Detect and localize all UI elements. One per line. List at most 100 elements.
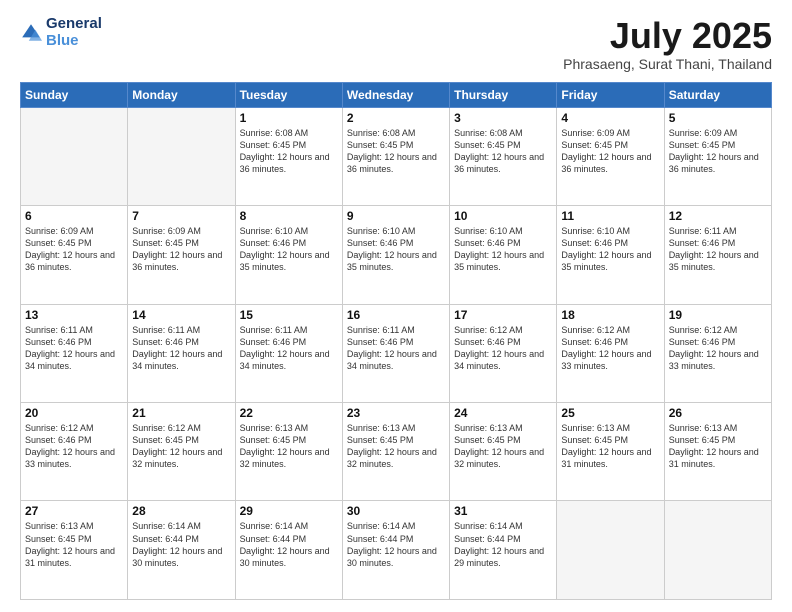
col-tuesday: Tuesday <box>235 82 342 107</box>
day-number: 16 <box>347 308 445 322</box>
calendar-cell: 5Sunrise: 6:09 AM Sunset: 6:45 PM Daylig… <box>664 107 771 205</box>
day-number: 14 <box>132 308 230 322</box>
day-info: Sunrise: 6:10 AM Sunset: 6:46 PM Dayligh… <box>240 225 338 274</box>
day-info: Sunrise: 6:14 AM Sunset: 6:44 PM Dayligh… <box>240 520 338 569</box>
day-info: Sunrise: 6:14 AM Sunset: 6:44 PM Dayligh… <box>132 520 230 569</box>
day-info: Sunrise: 6:13 AM Sunset: 6:45 PM Dayligh… <box>669 422 767 471</box>
day-number: 10 <box>454 209 552 223</box>
calendar-cell: 13 Sunrise: 6:11 AM Sunset: 6:46 PM Dayli… <box>21 304 128 402</box>
calendar-week-4: 27 Sunrise: 6:13 AM Sunset: 6:45 PM Dayli… <box>21 501 772 600</box>
day-info: Sunrise: 6:08 AM Sunset: 6:45 PM Dayligh… <box>347 127 445 176</box>
day-number: 13 <box>25 308 123 322</box>
day-info: Sunrise: 6:13 AM Sunset: 6:45 PM Dayligh… <box>347 422 445 471</box>
col-thursday: Thursday <box>450 82 557 107</box>
day-info: Sunrise: 6:13 AM Sunset: 6:45 PM Dayligh… <box>240 422 338 471</box>
day-number: 18 <box>561 308 659 322</box>
title-block: July 2025 Phrasaeng, Surat Thani, Thaila… <box>563 16 772 72</box>
calendar-cell: 23Sunrise: 6:13 AM Sunset: 6:45 PM Dayli… <box>342 403 449 501</box>
col-friday: Friday <box>557 82 664 107</box>
logo: General Blue <box>20 16 102 49</box>
day-info: Sunrise: 6:09 AM Sunset: 6:45 PM Dayligh… <box>132 225 230 274</box>
calendar-cell <box>664 501 771 600</box>
calendar-cell: 20Sunrise: 6:12 AM Sunset: 6:46 PM Dayli… <box>21 403 128 501</box>
day-info: Sunrise: 6:08 AM Sunset: 6:45 PM Dayligh… <box>454 127 552 176</box>
day-number: 6 <box>25 209 123 223</box>
calendar-cell <box>557 501 664 600</box>
day-info: Sunrise: 6:10 AM Sunset: 6:46 PM Dayligh… <box>454 225 552 274</box>
col-monday: Monday <box>128 82 235 107</box>
calendar-week-0: 1 Sunrise: 6:08 AM Sunset: 6:45 PM Daylig… <box>21 107 772 205</box>
header: General Blue July 2025 Phrasaeng, Surat … <box>20 16 772 72</box>
day-number: 7 <box>132 209 230 223</box>
day-number: 27 <box>25 504 123 518</box>
day-info: Sunrise: 6:12 AM Sunset: 6:46 PM Dayligh… <box>669 324 767 373</box>
calendar-week-2: 13 Sunrise: 6:11 AM Sunset: 6:46 PM Dayli… <box>21 304 772 402</box>
calendar-cell: 25Sunrise: 6:13 AM Sunset: 6:45 PM Dayli… <box>557 403 664 501</box>
day-number: 31 <box>454 504 552 518</box>
day-number: 8 <box>240 209 338 223</box>
calendar-cell <box>128 107 235 205</box>
day-number: 17 <box>454 308 552 322</box>
calendar-cell: 22Sunrise: 6:13 AM Sunset: 6:45 PM Dayli… <box>235 403 342 501</box>
day-info: Sunrise: 6:13 AM Sunset: 6:45 PM Dayligh… <box>25 520 123 569</box>
day-info: Sunrise: 6:11 AM Sunset: 6:46 PM Dayligh… <box>132 324 230 373</box>
calendar-cell: 3 Sunrise: 6:08 AM Sunset: 6:45 PM Daylig… <box>450 107 557 205</box>
page: General Blue July 2025 Phrasaeng, Surat … <box>0 0 792 612</box>
calendar-cell: 16 Sunrise: 6:11 AM Sunset: 6:46 PM Dayli… <box>342 304 449 402</box>
calendar-cell: 30 Sunrise: 6:14 AM Sunset: 6:44 PM Dayli… <box>342 501 449 600</box>
calendar-week-3: 20Sunrise: 6:12 AM Sunset: 6:46 PM Dayli… <box>21 403 772 501</box>
calendar-cell: 15 Sunrise: 6:11 AM Sunset: 6:46 PM Dayli… <box>235 304 342 402</box>
day-info: Sunrise: 6:11 AM Sunset: 6:46 PM Dayligh… <box>25 324 123 373</box>
calendar-cell: 17 Sunrise: 6:12 AM Sunset: 6:46 PM Dayli… <box>450 304 557 402</box>
calendar-cell: 8 Sunrise: 6:10 AM Sunset: 6:46 PM Daylig… <box>235 206 342 304</box>
day-info: Sunrise: 6:12 AM Sunset: 6:45 PM Dayligh… <box>132 422 230 471</box>
day-info: Sunrise: 6:10 AM Sunset: 6:46 PM Dayligh… <box>561 225 659 274</box>
calendar-cell: 26 Sunrise: 6:13 AM Sunset: 6:45 PM Dayli… <box>664 403 771 501</box>
calendar-header-row: Sunday Monday Tuesday Wednesday Thursday… <box>21 82 772 107</box>
day-info: Sunrise: 6:10 AM Sunset: 6:46 PM Dayligh… <box>347 225 445 274</box>
day-number: 12 <box>669 209 767 223</box>
calendar-cell: 14 Sunrise: 6:11 AM Sunset: 6:46 PM Dayli… <box>128 304 235 402</box>
logo-icon <box>20 22 42 44</box>
day-info: Sunrise: 6:12 AM Sunset: 6:46 PM Dayligh… <box>561 324 659 373</box>
calendar-cell: 1Sunrise: 6:08 AM Sunset: 6:45 PM Daylig… <box>235 107 342 205</box>
day-number: 15 <box>240 308 338 322</box>
day-number: 30 <box>347 504 445 518</box>
day-info: Sunrise: 6:12 AM Sunset: 6:46 PM Dayligh… <box>454 324 552 373</box>
calendar-cell: 9 Sunrise: 6:10 AM Sunset: 6:46 PM Daylig… <box>342 206 449 304</box>
day-number: 2 <box>347 111 445 125</box>
day-number: 24 <box>454 406 552 420</box>
subtitle: Phrasaeng, Surat Thani, Thailand <box>563 56 772 72</box>
logo-text: General Blue <box>46 16 102 49</box>
col-saturday: Saturday <box>664 82 771 107</box>
calendar-week-1: 6 Sunrise: 6:09 AM Sunset: 6:45 PM Daylig… <box>21 206 772 304</box>
day-number: 4 <box>561 111 659 125</box>
day-info: Sunrise: 6:11 AM Sunset: 6:46 PM Dayligh… <box>347 324 445 373</box>
day-number: 1 <box>240 111 338 125</box>
calendar-cell: 29 Sunrise: 6:14 AM Sunset: 6:44 PM Dayli… <box>235 501 342 600</box>
day-info: Sunrise: 6:09 AM Sunset: 6:45 PM Dayligh… <box>561 127 659 176</box>
day-number: 3 <box>454 111 552 125</box>
day-number: 29 <box>240 504 338 518</box>
calendar-cell: 31Sunrise: 6:14 AM Sunset: 6:44 PM Dayli… <box>450 501 557 600</box>
calendar-cell: 24Sunrise: 6:13 AM Sunset: 6:45 PM Dayli… <box>450 403 557 501</box>
calendar-cell: 11 Sunrise: 6:10 AM Sunset: 6:46 PM Dayli… <box>557 206 664 304</box>
day-number: 9 <box>347 209 445 223</box>
calendar-cell: 28 Sunrise: 6:14 AM Sunset: 6:44 PM Dayli… <box>128 501 235 600</box>
day-number: 26 <box>669 406 767 420</box>
col-wednesday: Wednesday <box>342 82 449 107</box>
day-number: 11 <box>561 209 659 223</box>
calendar-cell: 18 Sunrise: 6:12 AM Sunset: 6:46 PM Dayli… <box>557 304 664 402</box>
day-info: Sunrise: 6:09 AM Sunset: 6:45 PM Dayligh… <box>669 127 767 176</box>
calendar-cell <box>21 107 128 205</box>
calendar-table: Sunday Monday Tuesday Wednesday Thursday… <box>20 82 772 600</box>
day-number: 20 <box>25 406 123 420</box>
day-info: Sunrise: 6:14 AM Sunset: 6:44 PM Dayligh… <box>347 520 445 569</box>
calendar-cell: 2 Sunrise: 6:08 AM Sunset: 6:45 PM Daylig… <box>342 107 449 205</box>
day-info: Sunrise: 6:11 AM Sunset: 6:46 PM Dayligh… <box>240 324 338 373</box>
calendar-cell: 10 Sunrise: 6:10 AM Sunset: 6:46 PM Dayli… <box>450 206 557 304</box>
day-number: 28 <box>132 504 230 518</box>
calendar-cell: 6Sunrise: 6:09 AM Sunset: 6:45 PM Daylig… <box>21 206 128 304</box>
calendar-cell: 27 Sunrise: 6:13 AM Sunset: 6:45 PM Dayli… <box>21 501 128 600</box>
calendar-cell: 4 Sunrise: 6:09 AM Sunset: 6:45 PM Daylig… <box>557 107 664 205</box>
